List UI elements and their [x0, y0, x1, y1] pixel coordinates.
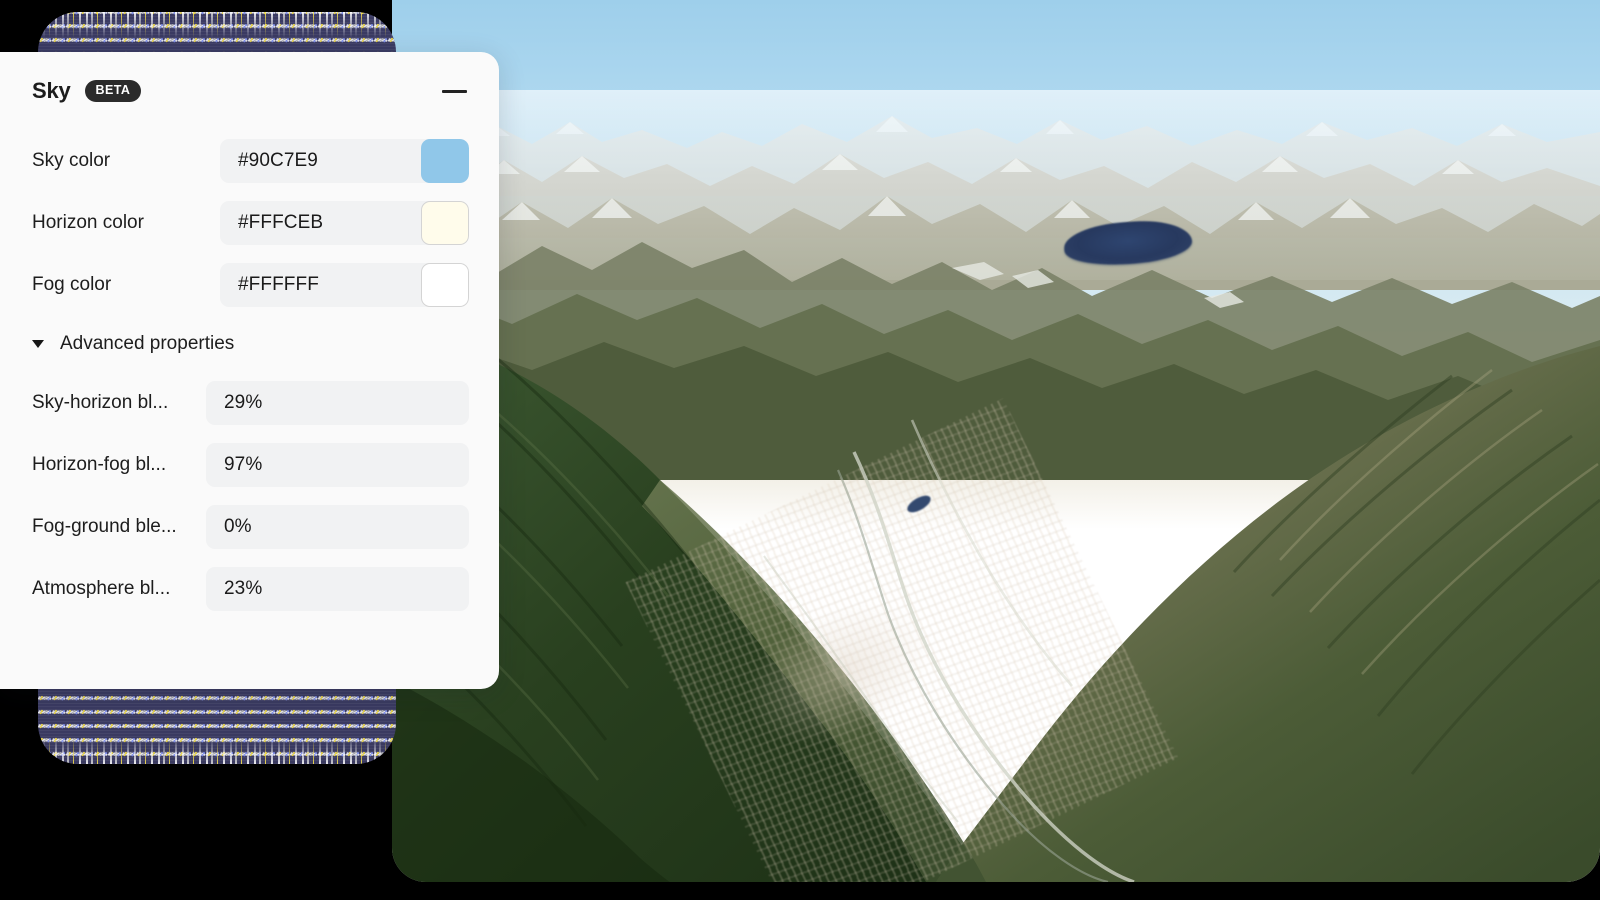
- atmosphere-blend-value: 23%: [224, 578, 263, 599]
- horizon-fog-blend-field[interactable]: 97%: [206, 443, 469, 487]
- horizon-color-field[interactable]: #FFFCEB: [220, 201, 469, 245]
- property-row-fog-ground-blend: Fog-ground ble... 0%: [0, 496, 499, 558]
- horizon-color-swatch[interactable]: [421, 201, 469, 245]
- fog-color-field[interactable]: #FFFFFF: [220, 263, 469, 307]
- horizon-color-value: #FFFCEB: [238, 212, 324, 233]
- fog-color-value: #FFFFFF: [238, 274, 319, 295]
- property-row-sky-color: Sky color #90C7E9: [0, 130, 499, 192]
- horizon-fog-blend-value: 97%: [224, 454, 263, 475]
- sky-color-value: #90C7E9: [238, 150, 318, 171]
- sky-color-swatch[interactable]: [421, 139, 469, 183]
- property-label: Sky color: [32, 150, 111, 171]
- property-label: Sky-horizon bl...: [32, 392, 169, 413]
- property-label: Horizon color: [32, 212, 144, 233]
- minimize-button[interactable]: [437, 74, 471, 108]
- fog-ground-blend-value: 0%: [224, 516, 252, 537]
- chevron-down-icon: [32, 340, 44, 348]
- advanced-properties-label: Advanced properties: [60, 333, 235, 354]
- page-title: Sky: [32, 78, 71, 103]
- atmosphere-blend-field[interactable]: 23%: [206, 567, 469, 611]
- sky-color-field[interactable]: #90C7E9: [220, 139, 469, 183]
- noise-edge-bottom: [38, 738, 396, 764]
- panel-header: Sky BETA: [0, 52, 499, 130]
- sky-horizon-blend-field[interactable]: 29%: [206, 381, 469, 425]
- sky-horizon-blend-value: 29%: [224, 392, 263, 413]
- status-badge: BETA: [84, 80, 142, 102]
- property-label: Horizon-fog bl...: [32, 454, 167, 475]
- property-label: Fog-ground ble...: [32, 516, 177, 537]
- property-row-horizon-fog-blend: Horizon-fog bl... 97%: [0, 434, 499, 496]
- properties-list: Sky color #90C7E9 Horizon color #FFFCEB …: [0, 130, 499, 620]
- property-label: Atmosphere bl...: [32, 578, 171, 599]
- property-label: Fog color: [32, 274, 112, 295]
- fog-color-swatch[interactable]: [421, 263, 469, 307]
- noise-edge-top: [38, 12, 396, 38]
- property-row-fog-color: Fog color #FFFFFF: [0, 254, 499, 316]
- property-row-horizon-color: Horizon color #FFFCEB: [0, 192, 499, 254]
- minimize-icon: [441, 89, 467, 93]
- property-row-sky-horizon-blend: Sky-horizon bl... 29%: [0, 372, 499, 434]
- property-row-atmosphere-blend: Atmosphere bl... 23%: [0, 558, 499, 620]
- foreground-terrain: [392, 250, 1600, 882]
- screenshot-root: Sky BETA Sky color #90C7E9 Horizon color…: [0, 0, 1600, 900]
- sky-settings-panel: Sky BETA Sky color #90C7E9 Horizon color…: [0, 52, 499, 689]
- advanced-properties-toggle[interactable]: Advanced properties: [0, 316, 499, 372]
- fog-ground-blend-field[interactable]: 0%: [206, 505, 469, 549]
- terrain-render-viewport: [392, 0, 1600, 882]
